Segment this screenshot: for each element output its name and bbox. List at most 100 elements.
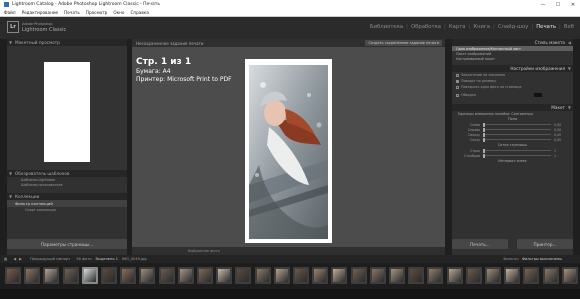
filmstrip-thumbnail[interactable]	[5, 267, 21, 284]
preview-panel-header[interactable]: ▼ Макетный просмотр	[7, 39, 127, 46]
filmstrip-thumbnail[interactable]	[216, 267, 233, 284]
slider-knob[interactable]	[483, 132, 485, 137]
filmstrip-thumbnail[interactable]	[561, 267, 578, 284]
layout-style-header[interactable]: Стиль макета ◀	[452, 39, 573, 46]
nav-back-icon[interactable]: ◀	[13, 257, 16, 261]
template-browser-title: Обозреватель шаблонов	[15, 171, 70, 176]
menu-item-edit[interactable]: Редактирование	[22, 10, 59, 15]
stroke-color-swatch[interactable]	[533, 93, 542, 97]
slider-value[interactable]: 0,00	[554, 138, 561, 142]
thumbnail-image	[429, 269, 442, 282]
slider-track[interactable]	[483, 153, 551, 158]
filmstrip-thumbnail[interactable]	[273, 267, 290, 284]
slider-value[interactable]: 1	[554, 154, 556, 158]
slider-label: Справа	[467, 127, 480, 132]
module-slideshow[interactable]: Слайд-шоу	[498, 24, 529, 30]
filmstrip-thumbnail[interactable]	[254, 267, 271, 284]
filmstrip-thumbnail[interactable]	[446, 267, 463, 284]
filmstrip-thumbnail[interactable]	[101, 267, 117, 284]
slider-label: Снизу	[470, 137, 480, 142]
grid-view-icon[interactable]: ▦	[4, 257, 7, 261]
filmstrip-thumbnail[interactable]	[235, 267, 252, 284]
filmstrip-thumbnail[interactable]	[331, 267, 348, 284]
menu-item-window[interactable]: Окно	[113, 10, 124, 15]
slider-value[interactable]: 0,00	[554, 123, 561, 127]
thumbnail-image	[448, 269, 461, 282]
module-develop[interactable]: Обработка	[411, 24, 441, 30]
module-web[interactable]: Веб	[564, 24, 574, 30]
slider-track[interactable]	[483, 127, 551, 132]
filmstrip-thumbnail[interactable]	[523, 267, 540, 284]
selected-photo-label[interactable]: Выбранное фото	[188, 249, 220, 253]
filmstrip-thumbnail[interactable]	[485, 267, 501, 284]
slider-knob[interactable]	[483, 148, 485, 153]
filter-dropdown[interactable]: Фильтры выключены	[522, 257, 562, 261]
repeat-photo-option[interactable]: Повторить одно фото на странице	[452, 84, 573, 90]
filmstrip-thumbnail[interactable]	[408, 267, 425, 284]
menu-item-help[interactable]: Справка	[130, 10, 148, 15]
module-print[interactable]: Печать	[536, 24, 556, 30]
filmstrip-thumbnail[interactable]	[158, 267, 175, 284]
collection-smart[interactable]: Смарт-коллекции	[7, 207, 127, 213]
filmstrip-thumbnail[interactable]	[62, 267, 79, 284]
filmstrip-thumbnail[interactable]	[139, 267, 156, 284]
filmstrip-thumbnail[interactable]	[120, 267, 137, 284]
filmstrip-thumbnail[interactable]	[389, 267, 405, 284]
filmstrip[interactable]	[0, 263, 580, 289]
brand-name-large: Lightroom Classic	[22, 27, 67, 33]
filmstrip-thumbnail[interactable]	[43, 267, 60, 284]
menu-item-view[interactable]: Просмотр	[86, 10, 108, 15]
slider-track[interactable]	[483, 148, 551, 153]
filmstrip-thumbnail[interactable]	[312, 267, 329, 284]
slider-value[interactable]: 1	[554, 149, 556, 153]
template-browser-header[interactable]: ▼ Обозреватель шаблонов	[7, 170, 127, 177]
margin-bottom-slider[interactable]: Снизу 0,00	[452, 137, 573, 142]
module-book[interactable]: Книга	[473, 24, 490, 30]
filmstrip-thumbnail[interactable]	[197, 267, 213, 284]
filmstrip-thumbnail[interactable]	[81, 267, 98, 284]
print-button[interactable]: Печать...	[452, 239, 508, 249]
slider-knob[interactable]	[483, 153, 485, 158]
slider-knob[interactable]	[483, 137, 485, 142]
filmstrip-filename: IMG_4049.jpg	[122, 257, 147, 261]
printed-photo[interactable]	[249, 65, 328, 239]
slider-value[interactable]: 0,00	[554, 133, 561, 137]
page-setup-button[interactable]: Параметры страницы...	[7, 239, 127, 249]
collections-header[interactable]: ▼ Коллекции	[7, 193, 127, 200]
menu-item-file[interactable]: Файл	[4, 10, 16, 15]
filmstrip-thumbnail[interactable]	[427, 267, 444, 284]
maximize-button[interactable]: ☐	[551, 0, 565, 9]
filmstrip-thumbnail[interactable]	[350, 267, 367, 284]
menu-item-print[interactable]: Печать	[64, 10, 80, 15]
filmstrip-thumbnail[interactable]	[293, 267, 309, 284]
filmstrip-thumbnail[interactable]	[369, 267, 386, 284]
image-settings-header[interactable]: Настройки изображения ▼	[452, 65, 573, 72]
slider-track[interactable]	[483, 122, 551, 127]
slider-label: Столбцов	[463, 153, 480, 158]
layout-section-header[interactable]: Макет ▼	[452, 104, 573, 111]
create-saved-print-button[interactable]: Создать сохраненное задание печати	[365, 40, 442, 46]
printer-button[interactable]: Принтер...	[517, 239, 573, 249]
columns-slider[interactable]: Столбцов 1	[452, 153, 573, 158]
filmstrip-source[interactable]: Предыдущий импорт	[30, 257, 70, 261]
slider-knob[interactable]	[483, 127, 485, 132]
filmstrip-thumbnail[interactable]	[465, 267, 482, 284]
minimize-button[interactable]: —	[536, 0, 550, 9]
slider-value[interactable]: 0,00	[554, 128, 561, 132]
close-button[interactable]: ✕	[566, 0, 580, 9]
module-map[interactable]: Карта	[449, 24, 466, 30]
slider-track[interactable]	[483, 132, 551, 137]
thumbnail-image	[160, 269, 173, 282]
slider-track[interactable]	[483, 137, 551, 142]
filmstrip-thumbnail[interactable]	[504, 267, 521, 284]
thumbnail-image	[333, 269, 346, 282]
slider-knob[interactable]	[483, 122, 485, 127]
print-buttons: Печать... Принтер...	[452, 239, 573, 249]
collection-filter[interactable]: Фильтр коллекций	[7, 200, 127, 207]
filmstrip-thumbnail[interactable]	[24, 267, 41, 284]
filmstrip-thumbnail[interactable]	[177, 267, 194, 284]
module-separator: |	[531, 24, 534, 30]
nav-forward-icon[interactable]: ▶	[19, 257, 22, 261]
filmstrip-thumbnail[interactable]	[542, 267, 559, 284]
module-library[interactable]: Библиотека	[370, 24, 403, 30]
